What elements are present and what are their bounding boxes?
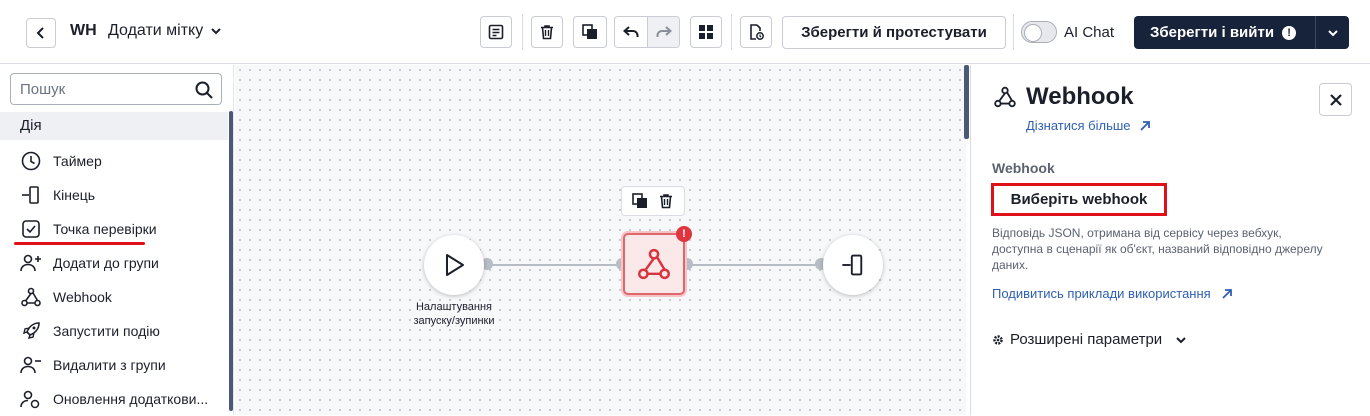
usage-examples-link[interactable]: Подивитись приклади використання: [992, 286, 1233, 301]
gear-icon: [993, 334, 1003, 345]
add-group-icon: [18, 250, 44, 276]
sidebar-item-label: Запустити подію: [53, 323, 160, 339]
panel-title: Webhook: [1026, 83, 1134, 110]
clock-icon: [18, 148, 44, 174]
start-node-label: Налаштування запуску/зупинки: [413, 301, 495, 327]
grid-icon: [699, 25, 713, 39]
search-input[interactable]: Пошук: [10, 73, 222, 105]
webhook-description: Відповідь JSON, отримана від сервісу чер…: [992, 226, 1323, 272]
save-and-exit-label: Зберегти і вийти: [1150, 24, 1275, 41]
action-palette: Пошук Дія Таймер Кінець Точка перевірки …: [0, 65, 234, 415]
redo-icon: [656, 26, 672, 37]
sidebar-item-trigger-event[interactable]: Запустити подію: [18, 314, 228, 348]
sidebar-item-label: Видалити з групи: [53, 357, 166, 373]
chevron-down-icon: [211, 28, 221, 35]
sidebar-item-add-to-group[interactable]: Додати до групи: [18, 246, 228, 280]
sidebar-item-timer[interactable]: Таймер: [18, 144, 228, 178]
copy-icon[interactable]: [631, 192, 649, 210]
remove-group-icon: [18, 352, 44, 378]
checkpoint-icon: [18, 216, 44, 242]
sidebar-item-end[interactable]: Кінець: [18, 178, 228, 212]
search-placeholder: Пошук: [20, 80, 66, 98]
webhook-node[interactable]: [623, 233, 685, 295]
trash-icon: [541, 25, 553, 40]
ai-chat-label: AI Chat: [1064, 24, 1115, 41]
close-button[interactable]: [1319, 83, 1352, 116]
sidebar-item-webhook[interactable]: Webhook: [18, 280, 228, 314]
redo-button[interactable]: [647, 17, 679, 47]
copy-button[interactable]: [573, 16, 607, 48]
sidebar-scrollbar[interactable]: [229, 111, 233, 411]
external-link-icon: [1222, 288, 1232, 299]
learn-more-link[interactable]: Дізнатися більше: [1026, 118, 1151, 133]
sidebar-item-label: Оновлення додаткови...: [53, 391, 209, 407]
save-and-test-button[interactable]: Зберегти й протестувати: [782, 16, 1006, 49]
ai-chat-toggle[interactable]: [1021, 21, 1057, 43]
copy-icon: [582, 24, 597, 39]
toolbar-divider: [731, 14, 732, 50]
sidebar-item-label: Точка перевірки: [53, 221, 157, 237]
sidebar-item-label: Додати до групи: [53, 255, 159, 271]
play-icon: [446, 254, 464, 276]
top-bar: WH Додати мітку Зберегти й протестувати …: [0, 0, 1370, 64]
toolbar-divider: [1013, 14, 1014, 50]
delete-button[interactable]: [531, 16, 563, 48]
warning-icon: !: [1282, 25, 1297, 40]
usage-examples-label: Подивитись приклади використання: [992, 286, 1211, 301]
sidebar-item-update-attributes[interactable]: Оновлення додаткови...: [18, 382, 228, 416]
error-badge: !: [676, 226, 692, 242]
back-button[interactable]: [26, 18, 56, 48]
notes-icon: [488, 24, 504, 40]
close-icon: [1329, 93, 1342, 106]
webhook-icon: [993, 85, 1017, 114]
connector-edge: [684, 264, 824, 266]
webhook-icon: [638, 248, 670, 280]
sidebar-item-label: Webhook: [53, 289, 112, 305]
advanced-settings-toggle[interactable]: Розширені параметри: [992, 331, 1188, 348]
sidebar-item-checkpoint[interactable]: Точка перевірки: [18, 212, 228, 246]
save-and-exit-button[interactable]: Зберегти і вийти !: [1134, 16, 1349, 49]
undo-icon: [622, 26, 639, 37]
history-button[interactable]: [740, 16, 772, 48]
sidebar-item-label: Таймер: [53, 153, 102, 169]
chevron-left-icon: [36, 27, 44, 39]
properties-panel: Webhook Дізнатися більше Webhook Виберіт…: [970, 65, 1370, 415]
chevron-down-icon: [1176, 336, 1186, 343]
section-header-action: Дія: [0, 112, 228, 140]
start-node[interactable]: [424, 235, 484, 295]
workflow-name-dropdown[interactable]: Додати мітку: [108, 22, 223, 40]
workflow-name: Додати мітку: [108, 22, 204, 39]
webhook-section-label: Webhook: [992, 160, 1055, 176]
canvas-scrollbar[interactable]: [964, 65, 969, 139]
save-options-dropdown[interactable]: [1315, 16, 1349, 49]
update-user-icon: [18, 386, 44, 412]
sidebar-item-remove-from-group[interactable]: Видалити з групи: [18, 348, 228, 382]
undo-button[interactable]: [615, 17, 647, 47]
sidebar-item-label: Кінець: [53, 187, 96, 203]
undo-redo-group: [614, 16, 680, 48]
webhook-icon: [18, 284, 44, 310]
advanced-settings-label: Розширені параметри: [1010, 331, 1163, 348]
highlight-underline: [14, 242, 145, 245]
workflow-abbreviation: WH: [70, 22, 97, 39]
end-node[interactable]: [823, 235, 883, 295]
notes-button[interactable]: [480, 16, 512, 48]
external-link-icon: [1139, 120, 1150, 131]
exit-icon: [842, 254, 863, 276]
chevron-down-icon: [1327, 29, 1338, 36]
document-refresh-icon: [750, 24, 764, 40]
trash-icon[interactable]: [657, 192, 675, 210]
connector-edge: [484, 264, 624, 266]
select-webhook-button[interactable]: Виберіть webhook: [991, 183, 1167, 216]
exit-icon: [18, 182, 44, 208]
search-icon: [195, 81, 213, 99]
toolbar-divider: [522, 14, 523, 50]
layout-button[interactable]: [690, 16, 722, 48]
rocket-icon: [18, 318, 44, 344]
learn-more-label: Дізнатися більше: [1026, 118, 1131, 133]
node-toolbar: [621, 186, 685, 216]
